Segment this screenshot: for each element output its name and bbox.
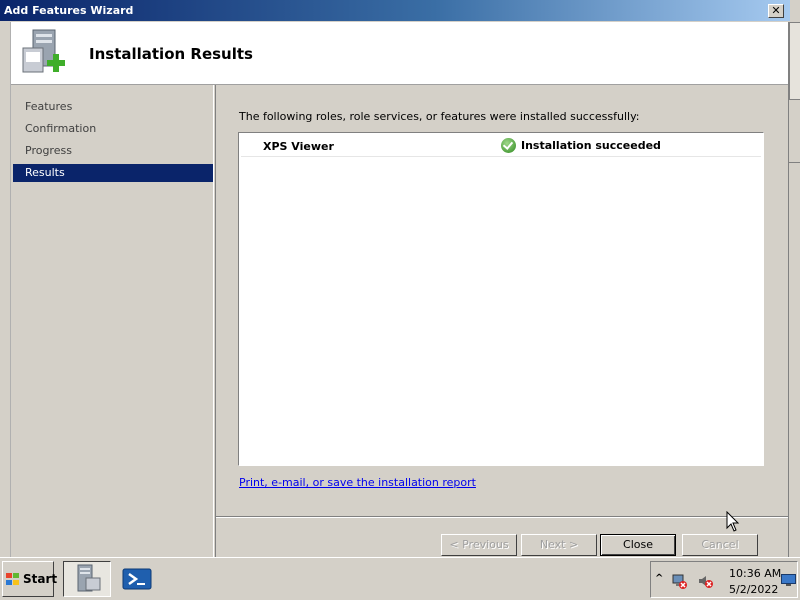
scrollbar-thumb[interactable] [789,22,800,100]
system-tray: ^ 10:36 AM 5/2/2022 [650,561,798,598]
clock-time[interactable]: 10:36 AM [729,567,781,580]
intro-text: The following roles, role services, or f… [239,110,640,123]
close-window-button[interactable]: ✕ [768,4,784,18]
report-link[interactable]: Print, e-mail, or save the installation … [239,476,476,489]
page-title: Installation Results [89,45,253,63]
mouse-cursor-icon [726,511,740,532]
previous-button[interactable]: < Previous [441,534,517,556]
start-button[interactable]: Start [2,561,58,597]
title-bar[interactable]: Add Features Wizard ✕ [0,0,790,22]
wizard-nav: Features Confirmation Progress Results [11,85,214,557]
scrollbar-track[interactable] [789,162,800,557]
result-row[interactable]: XPS Viewer Installation succeeded [241,135,761,157]
show-hidden-icons-chevron-icon[interactable]: ^ [655,573,663,584]
start-label: Start [23,572,58,586]
server-add-icon [22,29,65,73]
wizard-window: Add Features Wizard ✕ Installation Resul… [0,0,790,557]
volume-muted-icon[interactable] [697,573,713,589]
clock-date[interactable]: 5/2/2022 [729,583,778,596]
wizard-content: The following roles, role services, or f… [215,85,789,557]
nav-item-results[interactable]: Results [13,164,213,182]
vertical-scrollbar[interactable] [788,22,800,557]
divider [216,516,789,518]
nav-item-progress[interactable]: Progress [13,142,213,160]
server-manager-icon [77,564,101,592]
status-text: Installation succeeded [521,139,661,152]
taskbar-server-manager[interactable] [63,561,111,597]
window-title: Add Features Wizard [4,4,134,17]
feature-name: XPS Viewer [263,140,334,153]
next-button[interactable]: Next > [521,534,597,556]
taskbar: Start ^ 10:36 AM 5/2/2022 [0,557,800,600]
nav-item-features[interactable]: Features [13,98,213,116]
left-edge [0,22,11,557]
check-circle-icon [501,138,516,153]
network-error-icon[interactable] [671,573,687,589]
cancel-button[interactable]: Cancel [682,534,758,556]
status-badge: Installation succeeded [501,138,661,153]
wizard-header: Installation Results [11,22,788,85]
powershell-icon [122,568,152,590]
nav-item-confirmation[interactable]: Confirmation [13,120,213,138]
close-button[interactable]: Close [600,534,676,556]
taskbar-powershell[interactable] [118,561,158,597]
windows-logo-icon [6,573,20,586]
results-list[interactable]: XPS Viewer Installation succeeded [238,132,764,466]
show-desktop-icon[interactable] [781,574,796,587]
